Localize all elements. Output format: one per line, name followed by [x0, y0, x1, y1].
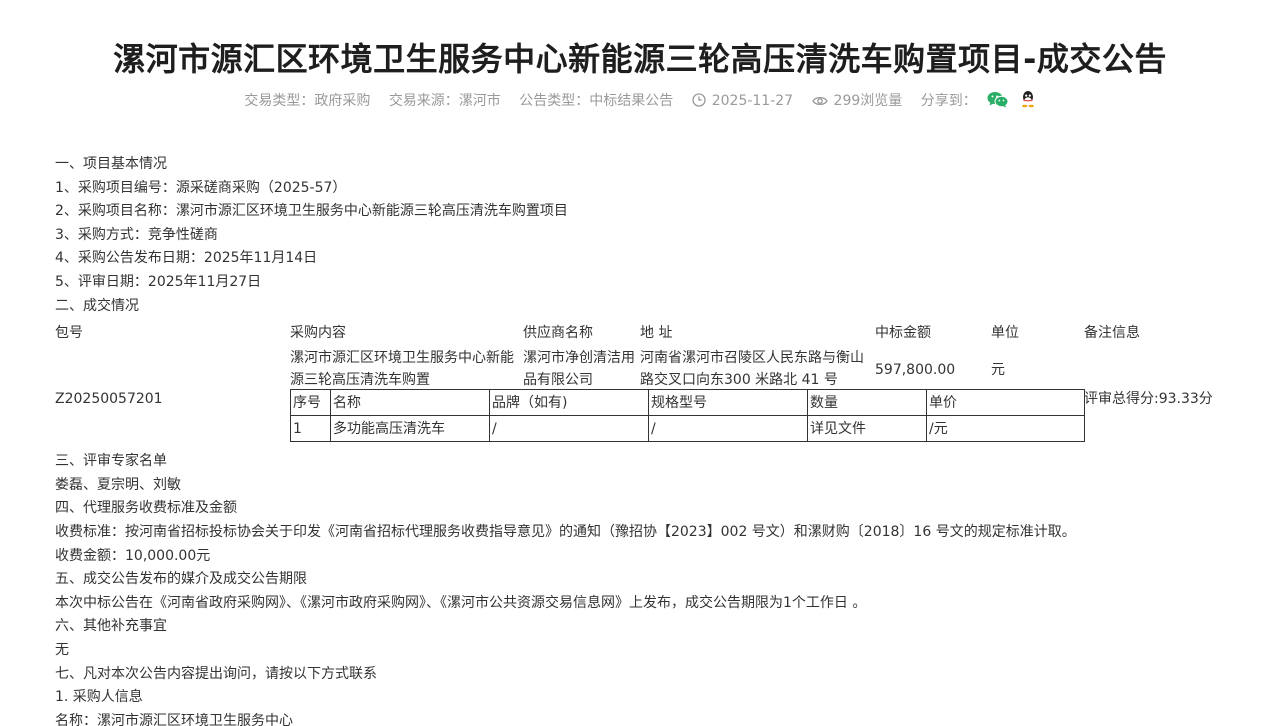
header-package: 包号	[55, 325, 83, 342]
item-cell: /	[489, 415, 649, 443]
trade-type: 交易类型：政府采购	[244, 93, 371, 109]
wechat-icon[interactable]	[987, 91, 1009, 108]
page-title: 漯河市源汇区环境卫生服务中心新能源三轮高压清洗车购置项目-成交公告	[113, 40, 1167, 78]
cell-amount: 597,800.00	[875, 362, 956, 379]
publication-media: 本次中标公告在《河南省政府采购网》、《漯河市政府采购网》、《漯河市公共资源交易信…	[55, 594, 867, 611]
trade-source: 交易来源：漯河市	[388, 93, 501, 109]
notice-publish-date: 4、采购公告发布日期：2025年11月14日	[55, 250, 318, 267]
cell-content: 漯河市源汇区环境卫生服务中心新能源三轮高压清洗车购置	[290, 350, 514, 389]
section-heading: 二、成交情况	[55, 297, 139, 314]
notice-body: 一、项目基本情况 1、采购项目编号：源采磋商采购（2025-57） 2、采购项目…	[55, 153, 1235, 726]
cell-unit: 元	[991, 362, 1005, 379]
meta-bar: 交易类型：政府采购 交易来源：漯河市 公告类型：中标结果公告 2025-11-2…	[0, 90, 1280, 110]
procurement-method: 3、采购方式：竞争性磋商	[55, 226, 218, 243]
publish-date: 2025-11-27	[692, 93, 798, 109]
review-date: 5、评审日期：2025年11月27日	[55, 273, 262, 290]
item-cell: 1	[290, 415, 331, 443]
purchaser-name: 名称：漯河市源汇区环境卫生服务中心	[55, 712, 293, 726]
section-heading: 五、成交公告发布的媒介及成交公告期限	[55, 571, 307, 588]
item-cell: /元	[926, 415, 1085, 443]
item-detail-header-row: 序号 名称 品牌（如有) 规格型号 数量 单价	[290, 389, 1085, 417]
item-header-cell: 单价	[926, 389, 1085, 417]
publish-date-value: 2025-11-27	[711, 93, 794, 109]
share-label: 分享到：	[920, 93, 977, 109]
item-header-cell: 名称	[330, 389, 490, 417]
cell-remark: 评审总得分:93.33分	[1084, 391, 1213, 408]
header-unit: 单位	[991, 325, 1019, 342]
item-header-cell: 规格型号	[648, 389, 808, 417]
clock-icon	[692, 93, 706, 107]
view-count-value: 299浏览量	[833, 93, 903, 109]
item-cell: 多功能高压清洗车	[330, 415, 490, 443]
project-number: 1、采购项目编号：源采磋商采购（2025-57）	[55, 179, 347, 196]
item-cell: /	[648, 415, 808, 443]
notice-type: 公告类型：中标结果公告	[519, 93, 674, 109]
section-heading: 四、代理服务收费标准及金额	[55, 500, 237, 517]
header-supplier: 供应商名称	[523, 325, 593, 342]
table-row: 1 多功能高压清洗车 / / 详见文件 /元	[290, 415, 1085, 443]
section-heading: 六、其他补充事宜	[55, 618, 167, 635]
fee-standard: 收费标准：按河南省招标投标协会关于印发《河南省招标代理服务收费指导意见》的通知（…	[55, 523, 1076, 540]
section-heading: 七、凡对本次公告内容提出询问，请按以下方式联系	[55, 665, 377, 682]
notice-page: 漯河市源汇区环境卫生服务中心新能源三轮高压清洗车购置项目-成交公告 交易类型：政…	[0, 0, 1280, 726]
share-area: 分享到：	[920, 90, 1036, 109]
header-remark: 备注信息	[1084, 325, 1140, 342]
section-heading: 一、项目基本情况	[55, 156, 167, 172]
expert-list: 娄磊、夏宗明、刘敏	[55, 476, 181, 493]
item-header-cell: 序号	[290, 389, 331, 417]
project-name: 2、采购项目名称：漯河市源汇区环境卫生服务中心新能源三轮高压清洗车购置项目	[55, 203, 568, 220]
header-amount: 中标金额	[875, 325, 931, 342]
header-content: 采购内容	[290, 325, 346, 342]
supplement-text: 无	[55, 641, 69, 658]
qq-icon[interactable]	[1020, 90, 1036, 108]
view-count: 299浏览量	[811, 93, 907, 109]
eye-icon	[811, 96, 828, 106]
cell-address: 河南省漯河市召陵区人民东路与衡山路交叉口向东300 米路北 41 号	[640, 350, 864, 389]
result-table: 包号 采购内容 供应商名称 地 址 中标金额 单位 备注信息 Z20250057…	[55, 318, 1235, 450]
item-header-cell: 品牌（如有)	[489, 389, 649, 417]
item-cell: 详见文件	[807, 415, 927, 443]
cell-package: Z20250057201	[55, 391, 163, 408]
section-heading: 三、评审专家名单	[55, 453, 167, 470]
item-header-cell: 数量	[807, 389, 927, 417]
fee-amount: 收费金额：10,000.00元	[55, 547, 211, 564]
purchaser-info-heading: 1. 采购人信息	[55, 689, 143, 706]
cell-supplier: 漯河市净创清洁用品有限公司	[523, 350, 635, 389]
header-address: 地 址	[640, 325, 673, 342]
item-detail-table: 序号 名称 品牌（如有) 规格型号 数量 单价 1 多功能高压清洗车 / / 详…	[290, 389, 1085, 443]
